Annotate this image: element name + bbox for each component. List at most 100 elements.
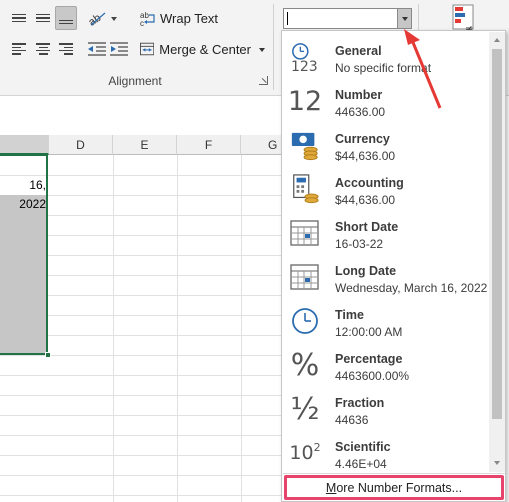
increase-indent-button[interactable] [108, 38, 130, 60]
bottom-align-button[interactable] [55, 6, 77, 30]
row-gridline [0, 395, 290, 396]
orientation-button[interactable]: ab [86, 7, 118, 29]
scroll-down-button[interactable] [489, 455, 505, 471]
more-formats-label: ore Number Formats... [336, 480, 463, 495]
number-format-dropdown-button[interactable] [397, 9, 411, 28]
group-separator [273, 4, 274, 90]
format-name: Long Date [335, 264, 397, 278]
column-gridline [241, 155, 242, 502]
wrap-text-label: Wrap Text [160, 10, 219, 26]
scientific-glyph: 10 [289, 442, 314, 464]
row-gridline [0, 415, 290, 416]
alignment-dialog-launcher-icon[interactable] [259, 76, 268, 85]
row-gridline [0, 475, 290, 476]
accounting-icon [290, 174, 320, 204]
format-sample: 12:00:00 AM [335, 325, 403, 339]
format-option-long-date[interactable]: Long Date Wednesday, March 16, 2022 [282, 254, 488, 298]
format-name: General [335, 44, 382, 58]
increase-indent-icon [110, 42, 128, 56]
format-name: Short Date [335, 220, 399, 234]
wrap-text-icon: ab c [140, 11, 155, 26]
format-name: Percentage [335, 352, 403, 366]
more-number-formats-button[interactable]: More Number Formats... [284, 475, 504, 500]
align-center-button[interactable] [32, 38, 54, 60]
format-option-percentage[interactable]: % Percentage 4463600.00% [282, 342, 488, 386]
format-sample: 44636 [335, 413, 369, 427]
chevron-up-icon [494, 38, 500, 42]
number-format-combobox[interactable] [283, 8, 412, 29]
align-left-button[interactable] [8, 38, 30, 60]
number-icon: 12 [288, 86, 322, 117]
format-option-scientific[interactable]: 10 2 Scientific 4.46E+04 [282, 430, 488, 474]
long-date-icon [290, 262, 320, 292]
format-sample: Wednesday, March 16, 2022 [335, 281, 488, 295]
text-caret [287, 12, 288, 25]
svg-text:c: c [140, 19, 144, 26]
selection-border [0, 154, 48, 355]
top-align-button[interactable] [8, 7, 30, 29]
column-gridline [113, 155, 114, 502]
align-right-button[interactable] [55, 38, 77, 60]
decrease-indent-icon [88, 42, 106, 56]
wrap-text-button[interactable]: ab c Wrap Text [140, 7, 220, 29]
column-header-e[interactable]: E [113, 135, 177, 155]
fraction-glyph: ½ [290, 391, 320, 427]
format-sample: $44,636.00 [335, 193, 396, 207]
format-sample: No specific format [335, 61, 432, 75]
format-option-time[interactable]: Time 12:00:00 AM [282, 298, 488, 342]
svg-text:ab: ab [87, 12, 103, 27]
format-name: Currency [335, 132, 390, 146]
format-option-fraction[interactable]: ½ Fraction 44636 [282, 386, 488, 430]
merge-center-button[interactable]: Merge & Center [140, 38, 265, 60]
format-option-general[interactable]: 123 General No specific format [282, 34, 488, 78]
row-gridline [0, 355, 290, 356]
chevron-down-icon [494, 461, 500, 465]
row-gridline [0, 455, 290, 456]
row-gridline [0, 495, 290, 496]
format-name: Number [335, 88, 383, 102]
middle-align-button[interactable] [32, 7, 54, 29]
fill-handle[interactable] [45, 352, 51, 358]
format-option-short-date[interactable]: Short Date 16-03-22 [282, 210, 488, 254]
percentage-glyph: % [290, 347, 320, 383]
format-sample: 4463600.00% [335, 369, 410, 383]
scientific-exponent: 2 [313, 440, 321, 454]
format-name: Accounting [335, 176, 404, 190]
orientation-icon: ab [87, 12, 117, 27]
format-option-currency[interactable]: Currency $44,636.00 [282, 122, 488, 166]
format-name: Time [335, 308, 364, 322]
format-sample: 16-03-22 [335, 237, 384, 251]
chevron-down-icon [401, 16, 408, 21]
format-sample: 44636.00 [335, 105, 386, 119]
column-gridline [177, 155, 178, 502]
format-name: Fraction [335, 396, 385, 410]
format-sample: $44,636.00 [335, 149, 396, 163]
format-option-accounting[interactable]: Accounting $44,636.00 [282, 166, 488, 210]
percentage-icon: % [290, 347, 320, 383]
column-header-d[interactable]: D [49, 135, 113, 155]
format-sample: 4.46E+04 [335, 457, 387, 471]
more-formats-access-key: M [325, 480, 337, 495]
column-header-c[interactable] [0, 135, 49, 155]
row-gridline [0, 435, 290, 436]
number-format-dropdown: 123 General No specific format 12 Number… [281, 30, 506, 502]
format-option-number[interactable]: 12 Number 44636.00 [282, 78, 488, 122]
merge-dropdown-icon[interactable] [259, 42, 265, 56]
dropdown-scrollbar[interactable] [489, 32, 505, 472]
general-icon: 123 [290, 42, 320, 73]
format-name: Scientific [335, 440, 391, 454]
time-icon [290, 306, 320, 336]
scroll-thumb[interactable] [492, 49, 502, 419]
column-header-f[interactable]: F [177, 135, 241, 155]
short-date-icon [290, 218, 320, 248]
fraction-icon: ½ [290, 391, 320, 427]
row-gridline [0, 375, 290, 376]
alignment-group-label: Alignment [108, 74, 162, 88]
dropdown-divider [283, 473, 505, 474]
merge-center-icon [140, 42, 155, 56]
scientific-icon: 10 2 [289, 438, 321, 468]
general-glyph: 123 [291, 59, 318, 73]
scroll-up-button[interactable] [489, 32, 505, 48]
decrease-indent-button[interactable] [86, 38, 108, 60]
currency-icon [290, 130, 320, 161]
